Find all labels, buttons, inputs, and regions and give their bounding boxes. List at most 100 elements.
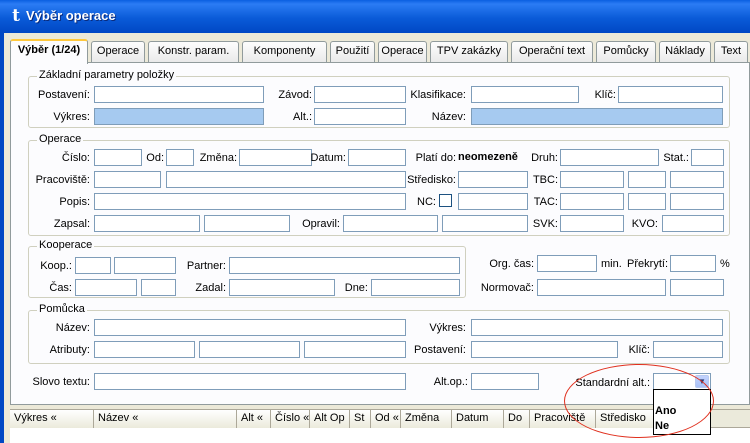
kvo-field[interactable] <box>662 215 724 232</box>
datum-field[interactable] <box>348 149 406 166</box>
stredisko-field[interactable] <box>458 171 528 188</box>
label-normovac: Normovač: <box>480 282 534 294</box>
grid-body[interactable] <box>10 428 750 443</box>
klic-field[interactable] <box>618 86 723 103</box>
label-atributy: Atributy: <box>49 344 90 356</box>
zmena-field[interactable] <box>239 149 312 166</box>
partner-field[interactable] <box>229 257 460 274</box>
atributy-field-1[interactable] <box>94 341 195 358</box>
tab-tpv-zakazky[interactable]: TPV zakázky <box>430 41 508 62</box>
alt-field[interactable] <box>314 108 406 125</box>
zadal-field[interactable] <box>229 279 335 296</box>
column-cislo[interactable]: Číslo « <box>271 410 310 428</box>
normovac-field-2[interactable] <box>670 279 724 296</box>
dropdown-option-ano[interactable]: Ano <box>655 405 676 417</box>
pomucka-nazev-field[interactable] <box>94 319 406 336</box>
od-field[interactable] <box>166 149 194 166</box>
pomucka-klic-field[interactable] <box>653 341 723 358</box>
tac-field-3[interactable] <box>670 193 724 210</box>
label-nc: NC: <box>417 196 436 208</box>
column-stredisko[interactable]: Středisko <box>596 410 656 428</box>
zapsal-field-1[interactable] <box>94 215 200 232</box>
column-pracoviste[interactable]: Pracoviště <box>530 410 596 428</box>
nc-checkbox[interactable] <box>439 194 452 207</box>
tab-komponenty[interactable]: Komponenty <box>242 41 327 62</box>
label-plati-do: Platí do: <box>415 152 456 164</box>
dne-field[interactable] <box>371 279 460 296</box>
koop-field-2[interactable] <box>114 257 176 274</box>
tab-pouziti[interactable]: Použití <box>330 41 375 62</box>
tab-pomucky[interactable]: Pomůcky <box>596 41 656 62</box>
label-partner: Partner: <box>186 260 226 272</box>
label-klic: Klíč: <box>594 89 616 101</box>
tab-strip: Výběr (1/24) Operace Konstr. param. Komp… <box>10 39 750 64</box>
dropdown-option-ne[interactable]: Ne <box>655 420 669 432</box>
label-percent: % <box>720 258 730 270</box>
column-alt-op[interactable]: Alt Op <box>310 410 350 428</box>
tbc-field-1[interactable] <box>560 171 624 188</box>
prekryti-field[interactable] <box>670 255 716 272</box>
zapsal-field-2[interactable] <box>204 215 290 232</box>
tab-konstr-param[interactable]: Konstr. param. <box>148 41 239 62</box>
vykres-field[interactable] <box>94 108 264 125</box>
column-alt[interactable]: Alt « <box>237 410 271 428</box>
window-title: Výběr operace <box>26 8 116 23</box>
group-legend: Pomůcka <box>37 303 87 315</box>
atributy-field-3[interactable] <box>304 341 406 358</box>
nazev-field[interactable] <box>471 108 723 125</box>
klasifikace-field[interactable] <box>471 86 579 103</box>
column-do[interactable]: Do <box>504 410 530 428</box>
popis-field[interactable] <box>94 193 406 210</box>
atributy-field-2[interactable] <box>199 341 300 358</box>
slovo-textu-field[interactable] <box>94 373 406 390</box>
opravil-field-2[interactable] <box>442 215 528 232</box>
standardni-alt-select[interactable]: ▼ <box>653 373 711 390</box>
column-vykres[interactable]: Výkres « <box>10 410 94 428</box>
org-cas-field[interactable] <box>537 255 597 272</box>
koop-cas-field-2[interactable] <box>141 279 176 296</box>
tbc-field-3[interactable] <box>670 171 724 188</box>
postaveni-field[interactable] <box>94 86 264 103</box>
tab-operacni-text[interactable]: Operační text <box>511 41 593 62</box>
chevron-down-icon[interactable]: ▼ <box>695 375 709 388</box>
alt-op-field[interactable] <box>471 373 539 390</box>
stat-field[interactable] <box>691 149 724 166</box>
koop-cas-field-1[interactable] <box>75 279 137 296</box>
tab-operace-2[interactable]: Operace <box>378 41 427 62</box>
label-org-cas: Org. čas: <box>489 258 534 270</box>
label-pomucka-postaveni: Postavení: <box>414 344 466 356</box>
label-koop: Koop.: <box>40 260 72 272</box>
label-tac: TAC: <box>533 196 558 208</box>
cislo-field[interactable] <box>94 149 142 166</box>
pracoviste-code-field[interactable] <box>94 171 161 188</box>
label-kvo: KVO: <box>631 218 658 230</box>
opravil-field-1[interactable] <box>343 215 438 232</box>
druh-field[interactable] <box>560 149 659 166</box>
koop-field-1[interactable] <box>75 257 111 274</box>
nc-field[interactable] <box>458 193 528 210</box>
tab-naklady[interactable]: Náklady <box>659 41 711 62</box>
column-datum[interactable]: Datum <box>452 410 504 428</box>
label-alt-op: Alt.op.: <box>433 376 468 388</box>
tac-field-1[interactable] <box>560 193 624 210</box>
label-vykres: Výkres: <box>53 111 90 123</box>
pomucka-postaveni-field[interactable] <box>471 341 618 358</box>
tac-field-2[interactable] <box>628 193 666 210</box>
tab-operace[interactable]: Operace <box>91 41 145 62</box>
column-st[interactable]: St <box>350 410 371 428</box>
label-zavod: Závod: <box>278 89 312 101</box>
pomucka-vykres-field[interactable] <box>471 319 723 336</box>
normovac-field-1[interactable] <box>537 279 666 296</box>
svk-field[interactable] <box>560 215 624 232</box>
tbc-field-2[interactable] <box>628 171 666 188</box>
tab-vyber[interactable]: Výběr (1/24) <box>10 39 88 64</box>
label-opravil: Opravil: <box>302 218 340 230</box>
tab-text[interactable]: Text <box>714 41 748 62</box>
column-zmena[interactable]: Změna <box>401 410 452 428</box>
column-od[interactable]: Od « <box>371 410 401 428</box>
zavod-field[interactable] <box>314 86 406 103</box>
title-bar[interactable]: t Výběr operace <box>0 0 750 33</box>
label-pomucka-klic: Klíč: <box>628 344 650 356</box>
pracoviste-name-field[interactable] <box>166 171 406 188</box>
column-nazev[interactable]: Název « <box>94 410 237 428</box>
